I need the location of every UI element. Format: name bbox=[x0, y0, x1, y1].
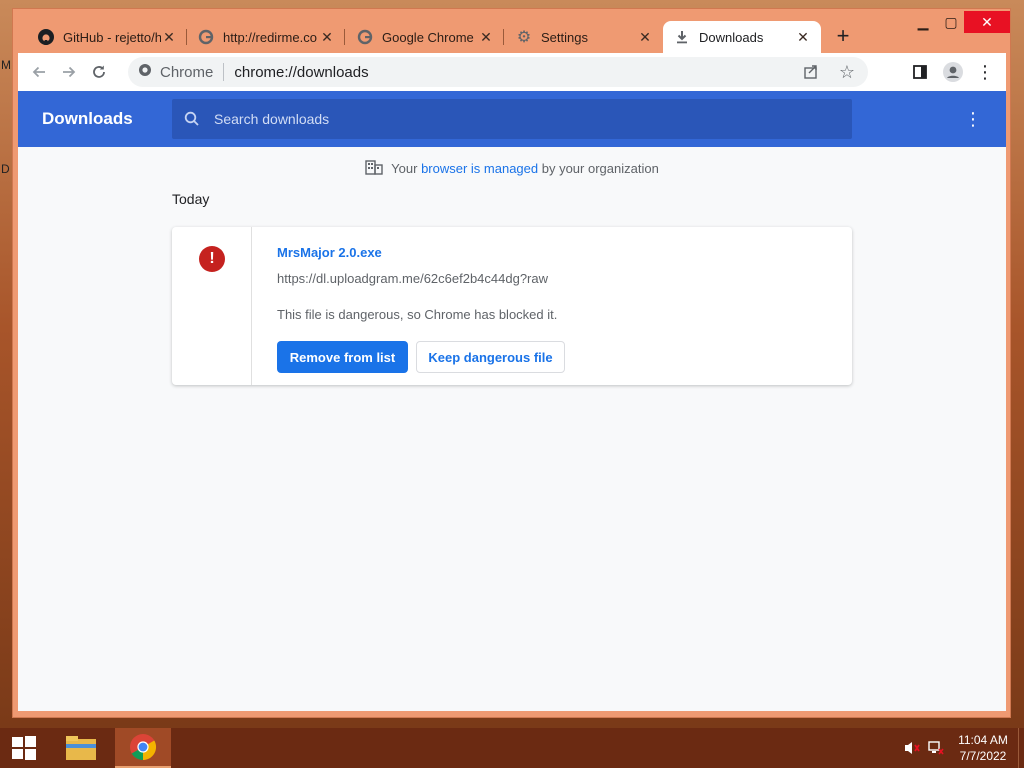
building-icon bbox=[365, 159, 383, 178]
download-item: ! MrsMajor 2.0.exe https://dl.uploadgram… bbox=[172, 227, 852, 385]
date-section-heading: Today bbox=[172, 191, 210, 207]
close-icon[interactable]: ✕ bbox=[637, 29, 653, 46]
file-icon-column: ! bbox=[172, 227, 252, 385]
close-icon[interactable]: ✕ bbox=[478, 29, 494, 46]
search-box[interactable] bbox=[172, 99, 852, 139]
reload-button[interactable] bbox=[84, 57, 114, 87]
tab-title: GitHub - rejetto/h bbox=[63, 29, 161, 45]
danger-icon: ! bbox=[199, 246, 225, 272]
managed-suffix: by your organization bbox=[538, 161, 659, 176]
close-icon[interactable]: ✕ bbox=[319, 29, 335, 46]
search-input[interactable] bbox=[214, 111, 814, 127]
tab-github[interactable]: GitHub - rejetto/h ✕ bbox=[27, 21, 187, 53]
chrome-icon bbox=[138, 63, 152, 81]
managed-link[interactable]: browser is managed bbox=[421, 161, 538, 176]
file-name-link[interactable]: MrsMajor 2.0.exe bbox=[277, 245, 382, 260]
address-bar[interactable]: Chrome chrome://downloads ☆ bbox=[128, 57, 868, 87]
tab-title: Settings bbox=[541, 29, 588, 45]
profile-avatar[interactable] bbox=[938, 57, 968, 87]
share-icon[interactable] bbox=[796, 57, 826, 87]
managed-notice: Your browser is managed by your organiza… bbox=[18, 159, 1006, 178]
clock-time: 11:04 AM bbox=[958, 733, 1008, 747]
browser-toolbar: Chrome chrome://downloads ☆ ⋮ bbox=[18, 53, 1006, 91]
maximize-button[interactable]: ▢ bbox=[936, 11, 966, 33]
tab-title: Downloads bbox=[699, 29, 764, 45]
clock[interactable]: 11:04 AM 7/7/2022 bbox=[948, 732, 1018, 764]
tab-google-chrome[interactable]: Google Chrome b ✕ bbox=[346, 21, 504, 53]
forward-button[interactable] bbox=[54, 57, 84, 87]
omnibox-divider bbox=[223, 63, 225, 81]
tab-settings[interactable]: ⚙ Settings ✕ bbox=[505, 21, 663, 53]
folder-icon bbox=[66, 736, 96, 760]
keep-dangerous-file-button[interactable]: Keep dangerous file bbox=[416, 341, 565, 373]
windows-icon bbox=[12, 736, 36, 760]
tab-redirme[interactable]: http://redirme.co ✕ bbox=[187, 21, 345, 53]
tab-separator bbox=[503, 29, 504, 45]
bookmark-star-icon[interactable]: ☆ bbox=[832, 57, 862, 87]
page-title: Downloads bbox=[42, 109, 133, 128]
new-tab-button[interactable]: + bbox=[831, 25, 855, 49]
desktop-icon-label[interactable]: D bbox=[1, 162, 10, 176]
file-status: This file is dangerous, so Chrome has bl… bbox=[277, 307, 558, 322]
more-options-icon[interactable]: ⋮ bbox=[964, 109, 982, 130]
desktop-icon-label[interactable]: M bbox=[1, 58, 11, 72]
minimize-button[interactable]: ▁ bbox=[908, 11, 938, 33]
file-url: https://dl.uploadgram.me/62c6ef2b4c44dg?… bbox=[277, 271, 549, 286]
tab-title: Google Chrome b bbox=[382, 29, 478, 45]
tab-title: http://redirme.co bbox=[223, 29, 317, 45]
start-button[interactable] bbox=[0, 728, 48, 768]
back-button[interactable] bbox=[24, 57, 54, 87]
managed-prefix: Your bbox=[391, 161, 422, 176]
github-icon bbox=[37, 28, 55, 46]
window-close-button[interactable]: ✕ bbox=[964, 11, 1010, 33]
side-panel-icon[interactable] bbox=[905, 57, 935, 87]
close-icon[interactable]: ✕ bbox=[795, 29, 811, 46]
download-icon bbox=[673, 28, 691, 46]
gear-icon: ⚙ bbox=[516, 29, 532, 46]
google-icon bbox=[197, 28, 215, 46]
taskbar: 11:04 AM 7/7/2022 bbox=[0, 728, 1024, 768]
remove-from-list-button[interactable]: Remove from list bbox=[277, 341, 408, 373]
tab-downloads[interactable]: Downloads ✕ bbox=[663, 21, 821, 53]
chrome-window: GitHub - rejetto/h ✕ http://redirme.co ✕… bbox=[12, 8, 1011, 718]
tab-strip: GitHub - rejetto/h ✕ http://redirme.co ✕… bbox=[13, 9, 1010, 53]
clock-date: 7/7/2022 bbox=[959, 749, 1007, 763]
chrome-taskbar-button[interactable] bbox=[115, 728, 171, 768]
chrome-menu-icon[interactable]: ⋮ bbox=[970, 57, 1000, 87]
network-icon[interactable] bbox=[924, 740, 948, 756]
downloads-header: Downloads ⋮ bbox=[18, 91, 1006, 147]
volume-muted-icon[interactable] bbox=[900, 740, 924, 756]
site-chip: Chrome bbox=[160, 63, 214, 81]
chrome-icon bbox=[130, 734, 157, 761]
system-tray: 11:04 AM 7/7/2022 bbox=[900, 728, 1024, 768]
tab-separator bbox=[344, 29, 345, 45]
google-icon bbox=[356, 28, 374, 46]
close-icon[interactable]: ✕ bbox=[161, 29, 177, 46]
url-text[interactable]: chrome://downloads bbox=[234, 64, 368, 81]
search-icon bbox=[184, 111, 199, 126]
show-desktop-button[interactable] bbox=[1018, 728, 1024, 768]
downloads-page: Downloads ⋮ Your browser is managed by y… bbox=[18, 91, 1006, 711]
file-explorer-taskbar-button[interactable] bbox=[53, 728, 109, 768]
